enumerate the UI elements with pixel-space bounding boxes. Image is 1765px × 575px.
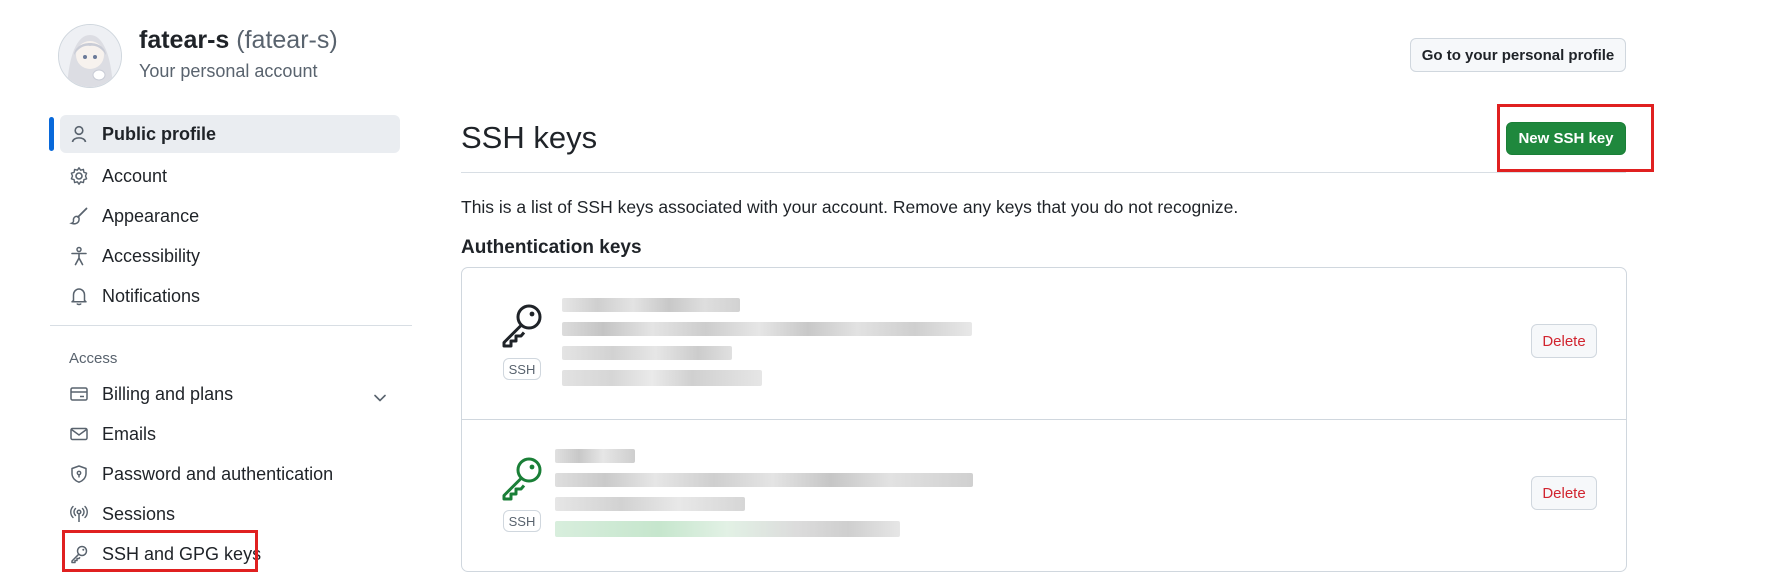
sidebar-item-appearance[interactable]: Appearance	[60, 197, 400, 235]
sidebar-item-label: Public profile	[102, 123, 217, 144]
title-divider	[461, 172, 1626, 173]
sidebar-item-account[interactable]: Account	[60, 157, 400, 195]
sidebar-item-label: Accessibility	[102, 245, 201, 266]
sidebar-item-label: Account	[102, 165, 168, 186]
key-details-obscured	[562, 296, 982, 391]
sidebar-item-sessions[interactable]: Sessions	[60, 495, 400, 533]
sidebar-item-accessibility[interactable]: Accessibility	[60, 237, 400, 275]
sidebar-item-label: Password and authentication	[102, 463, 334, 484]
sidebar-item-label: Billing and plans	[102, 383, 234, 404]
mail-icon	[68, 423, 90, 445]
sidebar-item-label: Appearance	[102, 205, 200, 226]
chevron-down-icon[interactable]	[372, 390, 388, 406]
sidebar-item-label: Notifications	[102, 285, 201, 306]
go-to-profile-button[interactable]: Go to your personal profile	[1410, 38, 1626, 72]
sidebar-item-label: Emails	[102, 423, 157, 444]
sidebar-divider	[50, 325, 412, 326]
delete-key-button[interactable]: Delete	[1531, 476, 1597, 510]
section-title: Authentication keys	[461, 237, 642, 258]
broadcast-icon	[68, 503, 90, 525]
ssh-badge: SSH	[503, 358, 541, 380]
sidebar-item-notifications[interactable]: Notifications	[60, 277, 400, 315]
delete-key-button[interactable]: Delete	[1531, 324, 1597, 358]
sidebar-item-label: Sessions	[102, 503, 176, 524]
account-subtitle: Your personal account	[139, 61, 318, 81]
active-nav-indicator	[49, 117, 54, 151]
credit-card-icon	[68, 383, 90, 405]
avatar	[58, 24, 122, 88]
sidebar-item-public-profile[interactable]: Public profile	[60, 115, 400, 153]
accessibility-icon	[68, 245, 90, 267]
key-icon	[502, 457, 542, 501]
sidebar-item-password-authentication[interactable]: Password and authentication	[60, 455, 400, 493]
sidebar-item-emails[interactable]: Emails	[60, 415, 400, 453]
ssh-badge: SSH	[503, 510, 541, 532]
account-name: fatear-s (fatear-s)	[139, 26, 338, 55]
gear-icon	[68, 165, 90, 187]
sidebar-section-heading: Access	[69, 350, 118, 367]
page-description: This is a list of SSH keys associated wi…	[461, 197, 1239, 217]
key-details-obscured	[555, 447, 975, 542]
ssh-key-divider	[462, 419, 1626, 420]
bell-icon	[68, 285, 90, 307]
account-login: (fatear-s)	[236, 26, 338, 54]
paintbrush-icon	[68, 205, 90, 227]
highlight-box-new-ssh-key	[1497, 104, 1654, 172]
key-icon	[502, 304, 542, 348]
shield-lock-icon	[68, 463, 90, 485]
sidebar-item-billing[interactable]: Billing and plans	[60, 375, 400, 413]
account-username: fatear-s	[139, 26, 230, 54]
person-icon	[68, 123, 90, 145]
page-title: SSH keys	[461, 120, 598, 155]
highlight-box-ssh-gpg-keys	[62, 530, 258, 572]
